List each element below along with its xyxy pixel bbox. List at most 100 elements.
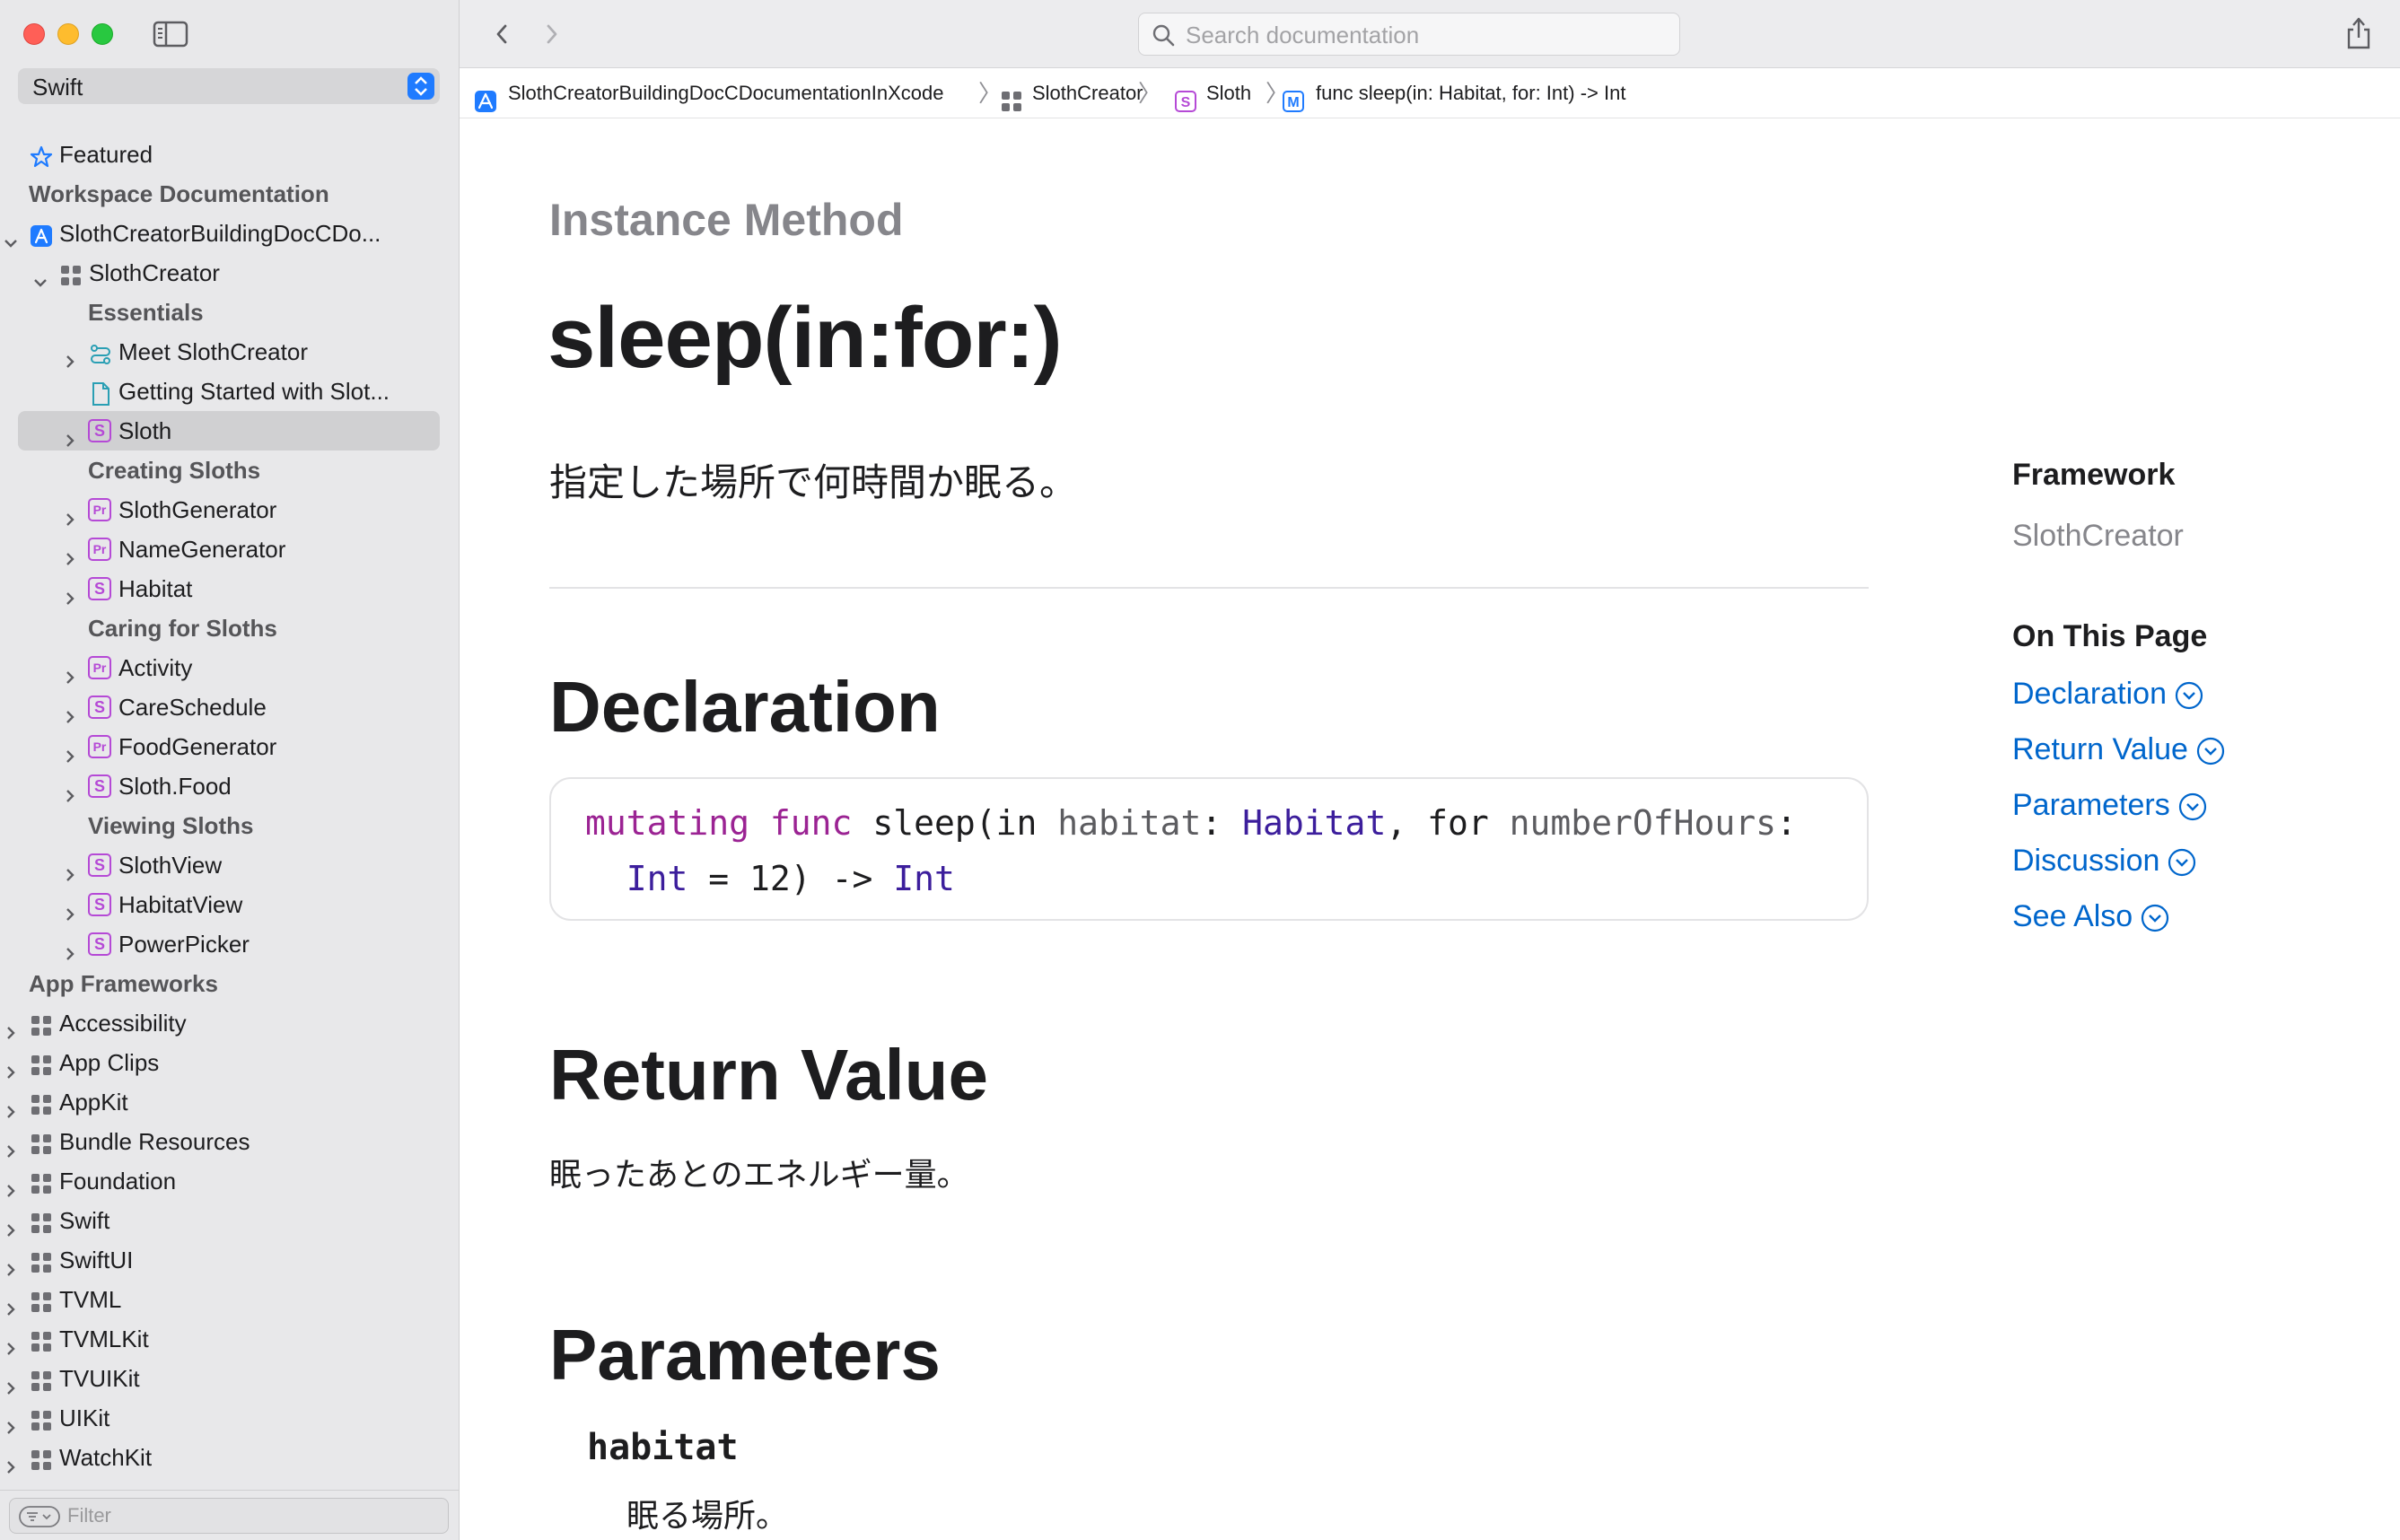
chevron-circle-down-icon <box>2196 737 2225 766</box>
disclosure-right-icon[interactable] <box>2 1133 20 1158</box>
filter-input[interactable]: Filter <box>9 1498 449 1534</box>
sidebar-item-tvml[interactable]: TVML <box>0 1280 459 1319</box>
sidebar-item-featured[interactable]: Featured <box>0 135 459 174</box>
breadcrumb-item-framework[interactable]: SlothCreator <box>1032 68 1143 118</box>
sidebar-item-getting-started-with-slot[interactable]: Getting Started with Slot... <box>0 372 459 411</box>
otp-link-return-value[interactable]: Return Value <box>2012 732 2226 767</box>
disclosure-down-icon[interactable] <box>2 224 20 248</box>
disclosure-right-icon[interactable] <box>2 1212 20 1237</box>
sidebar-item-careschedule[interactable]: S CareSchedule <box>0 687 459 727</box>
framework-icon <box>29 1208 54 1233</box>
share-button[interactable] <box>2344 16 2373 50</box>
disclosure-right-icon[interactable] <box>2 1409 20 1434</box>
disclosure-right-icon[interactable] <box>2 1014 20 1039</box>
search-input[interactable]: Search documentation <box>1138 13 1680 56</box>
code-type-link[interactable]: Int <box>626 859 688 898</box>
divider <box>549 587 1869 589</box>
disclosure-right-icon[interactable] <box>61 540 79 565</box>
breadcrumb-item-app[interactable]: SlothCreatorBuildingDocCDocumentationInX… <box>508 68 944 118</box>
protocol-icon: Pr <box>88 538 111 561</box>
sidebar-item-watchkit[interactable]: WatchKit <box>0 1438 459 1477</box>
otp-link-see-also[interactable]: See Also <box>2012 899 2170 934</box>
breadcrumb-item-structure[interactable]: Sloth <box>1206 68 1251 118</box>
disclosure-right-icon[interactable] <box>61 698 79 723</box>
disclosure-right-icon[interactable] <box>61 422 79 447</box>
disclosure-right-icon[interactable] <box>2 1330 20 1355</box>
sidebar-item-label: TVMLKit <box>59 1326 149 1352</box>
sidebar-section-label: Creating Sloths <box>88 457 261 484</box>
otp-link-label: Parameters <box>2012 788 2170 822</box>
app-icon <box>29 221 54 247</box>
sidebar-item-app-clips[interactable]: App Clips <box>0 1043 459 1082</box>
disclosure-down-icon[interactable] <box>31 264 49 287</box>
sidebar-item-tvmlkit[interactable]: TVMLKit <box>0 1319 459 1359</box>
sidebar-item-label: SlothCreator <box>89 259 220 286</box>
disclosure-right-icon[interactable] <box>2 1054 20 1079</box>
sidebar-item-appkit[interactable]: AppKit <box>0 1082 459 1122</box>
otp-link-discussion[interactable]: Discussion <box>2012 844 2197 879</box>
otp-link-parameters[interactable]: Parameters <box>2012 788 2208 823</box>
otp-link-declaration[interactable]: Declaration <box>2012 677 2204 712</box>
minimize-window-button[interactable] <box>57 23 79 45</box>
sidebar-item-meet-slothcreator[interactable]: Meet SlothCreator <box>0 332 459 372</box>
sidebar-item-label: TVUIKit <box>59 1365 140 1392</box>
disclosure-right-icon[interactable] <box>61 501 79 526</box>
disclosure-right-icon[interactable] <box>61 896 79 921</box>
search-placeholder: Search documentation <box>1186 22 1420 48</box>
sidebar-item-sloth[interactable]: S Sloth <box>0 411 459 451</box>
sidebar-item-powerpicker[interactable]: S PowerPicker <box>0 924 459 964</box>
code-type-link[interactable]: Habitat <box>1242 803 1386 843</box>
sidebar-item-label: Sloth <box>118 417 172 444</box>
sidebar-item-slothview[interactable]: S SlothView <box>0 845 459 885</box>
disclosure-right-icon[interactable] <box>61 659 79 684</box>
framework-icon <box>29 1445 54 1470</box>
disclosure-right-icon[interactable] <box>2 1448 20 1474</box>
sidebar-item-tvuikit[interactable]: TVUIKit <box>0 1359 459 1398</box>
sidebar-item-accessibility[interactable]: Accessibility <box>0 1003 459 1043</box>
sidebar-item-label: UIKit <box>59 1404 110 1431</box>
disclosure-right-icon[interactable] <box>2 1093 20 1118</box>
breadcrumb-separator: 〉 <box>978 80 1003 107</box>
framework-icon <box>29 1168 54 1194</box>
abstract: 指定した場所で何時間か眠る。 <box>549 461 1078 503</box>
sidebar-item-swift[interactable]: Swift <box>0 1201 459 1240</box>
disclosure-right-icon[interactable] <box>61 580 79 605</box>
sidebar-toggle-icon[interactable] <box>153 20 188 48</box>
disclosure-right-icon[interactable] <box>61 777 79 802</box>
sidebar-item-foundation[interactable]: Foundation <box>0 1161 459 1201</box>
close-window-button[interactable] <box>23 23 45 45</box>
sidebar-item-foodgenerator[interactable]: Pr FoodGenerator <box>0 727 459 766</box>
sidebar-item-bundle-resources[interactable]: Bundle Resources <box>0 1122 459 1161</box>
sidebar-item-activity[interactable]: Pr Activity <box>0 648 459 687</box>
disclosure-right-icon[interactable] <box>2 1369 20 1395</box>
sidebar-item-label: TVML <box>59 1286 122 1313</box>
sidebar-item-habitat[interactable]: S Habitat <box>0 569 459 608</box>
code-param-name: habitat <box>1057 803 1202 843</box>
disclosure-right-icon[interactable] <box>61 856 79 881</box>
back-button[interactable] <box>486 18 519 50</box>
forward-button[interactable] <box>535 18 567 50</box>
sidebar-item-slothcreatorbuildingdoccdo[interactable]: SlothCreatorBuildingDocCDo... <box>0 214 459 253</box>
sidebar-item-uikit[interactable]: UIKit <box>0 1398 459 1438</box>
symbol-kind: Instance Method <box>549 195 904 245</box>
chevron-circle-down-icon <box>2178 792 2206 821</box>
otp-link-label: Discussion <box>2012 844 2160 878</box>
disclosure-right-icon[interactable] <box>2 1172 20 1197</box>
sidebar-item-slothgenerator[interactable]: Pr SlothGenerator <box>0 490 459 529</box>
sidebar-item-habitatview[interactable]: S HabitatView <box>0 885 459 924</box>
disclosure-right-icon[interactable] <box>2 1291 20 1316</box>
language-select[interactable]: Swift <box>18 68 440 104</box>
sidebar-item-swiftui[interactable]: SwiftUI <box>0 1240 459 1280</box>
sidebar-item-namegenerator[interactable]: Pr NameGenerator <box>0 529 459 569</box>
code-type-link[interactable]: Int <box>893 859 955 898</box>
disclosure-right-icon[interactable] <box>61 935 79 960</box>
disclosure-right-icon[interactable] <box>61 343 79 368</box>
protocol-icon: Pr <box>88 735 111 758</box>
disclosure-right-icon[interactable] <box>61 738 79 763</box>
sidebar-item-sloth-food[interactable]: S Sloth.Food <box>0 766 459 806</box>
disclosure-right-icon[interactable] <box>2 1251 20 1276</box>
structure-icon: S <box>88 419 111 442</box>
zoom-window-button[interactable] <box>92 23 113 45</box>
breadcrumb-item-method[interactable]: func sleep(in: Habitat, for: Int) -> Int <box>1316 68 1625 118</box>
sidebar-item-slothcreator[interactable]: SlothCreator <box>0 253 459 293</box>
